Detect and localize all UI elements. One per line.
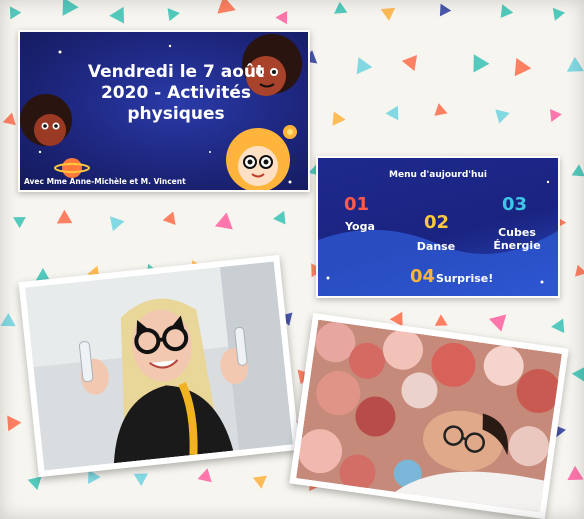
photo-woman-image xyxy=(25,261,293,471)
man-photo-illustration xyxy=(296,319,562,513)
confetti-triangle xyxy=(252,475,267,489)
confetti-triangle xyxy=(214,212,233,230)
confetti-triangle xyxy=(133,473,149,487)
confetti-triangle xyxy=(109,6,125,24)
confetti-triangle xyxy=(550,109,562,122)
confetti-triangle xyxy=(552,7,566,21)
confetti-triangle xyxy=(514,57,532,77)
photo-man-image xyxy=(296,319,562,513)
menu-heading: Menu d'aujourd'hui xyxy=(389,170,487,180)
confetti-triangle xyxy=(2,112,16,126)
confetti-triangle xyxy=(495,109,510,124)
confetti-triangle xyxy=(551,318,565,334)
confetti-triangle xyxy=(567,465,584,481)
confetti-triangle xyxy=(500,4,514,18)
menu-item-label-yoga: Yoga xyxy=(345,220,375,233)
woman-photo-illustration xyxy=(25,261,293,471)
confetti-triangle xyxy=(0,312,16,327)
title-heading: Vendredi le 7 août 2020 - Activités phys… xyxy=(87,62,265,124)
confetti-triangle xyxy=(13,217,26,229)
menu-item-label-cubes: Cubes Énergie xyxy=(493,226,541,252)
menu-card: Menu d'aujourd'hui 01 Yoga 02 Danse 03 C… xyxy=(316,156,560,298)
confetti-triangle xyxy=(434,103,448,116)
confetti-triangle xyxy=(571,164,584,177)
photo-man xyxy=(289,312,569,519)
confetti-triangle xyxy=(56,209,73,224)
confetti-triangle xyxy=(434,314,448,326)
kid-character-bottom-right xyxy=(226,125,297,190)
planet-icon xyxy=(54,158,90,178)
confetti-triangle xyxy=(275,10,288,25)
title-card: Vendredi le 7 août 2020 - Activités phys… xyxy=(18,30,310,192)
collage-background: Vendredi le 7 août 2020 - Activités phys… xyxy=(0,0,584,519)
menu-item-number-yoga: 01 xyxy=(344,194,370,215)
confetti-triangle xyxy=(380,7,396,21)
confetti-triangle xyxy=(162,211,176,225)
menu-item-number-cubes: 03 xyxy=(502,194,528,215)
confetti-triangle xyxy=(575,264,584,277)
confetti-triangle xyxy=(217,0,236,14)
kid-character-left xyxy=(20,94,72,146)
confetti-triangle xyxy=(197,468,212,483)
confetti-triangle xyxy=(571,366,584,383)
photo-woman xyxy=(18,254,300,478)
confetti-triangle xyxy=(385,105,399,121)
menu-item-label-danse: Danse xyxy=(416,240,456,253)
confetti-triangle xyxy=(334,1,348,14)
menu-item-label-surprise: Surprise! xyxy=(436,272,494,285)
title-subtitle: Avec Mme Anne-Michèle et M. Vincent xyxy=(24,177,186,186)
confetti-triangle xyxy=(7,415,22,432)
confetti-triangle xyxy=(62,0,79,16)
confetti-triangle xyxy=(488,314,507,332)
menu-item-number-danse: 02 xyxy=(424,212,450,233)
confetti-triangle xyxy=(566,56,584,72)
confetti-triangle xyxy=(401,55,418,72)
confetti-triangle xyxy=(9,6,22,20)
confetti-triangle xyxy=(332,111,346,126)
confetti-triangle xyxy=(356,57,373,75)
confetti-triangle xyxy=(273,210,286,225)
menu-item-number-surprise: 04 xyxy=(410,266,436,287)
confetti-triangle xyxy=(109,216,125,232)
confetti-triangle xyxy=(439,3,452,17)
confetti-triangle xyxy=(473,54,490,73)
confetti-triangle xyxy=(167,8,180,22)
